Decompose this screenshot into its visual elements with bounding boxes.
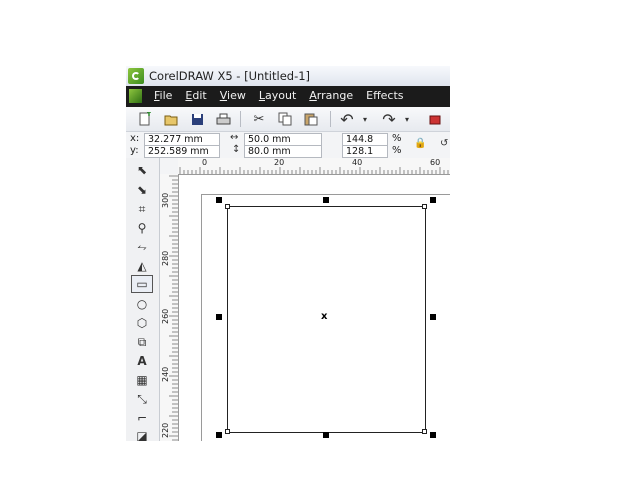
rotate-icon[interactable]: ↺ [440,138,448,149]
connector-tool-icon[interactable]: ⌐ [131,409,153,427]
corner-node[interactable] [422,204,427,209]
corner-node[interactable] [422,429,427,434]
standard-toolbar: ✂ ↶ ▾ ↷ ▾ [126,107,450,132]
v-ruler-label: 280 [161,250,170,266]
h-ruler-label: 60 [430,158,441,167]
polygon-tool-icon[interactable]: ⬡ [131,314,153,332]
center-marker[interactable]: x [321,311,327,322]
freehand-tool-icon[interactable]: ⥊ [131,238,153,256]
document-icon[interactable] [129,89,142,103]
percent-label-w: % [392,133,402,144]
toolbox: ⬉ ⬊ ⌗ ⚲ ⥊ ◭ ▭ ○ ⬡ ⧉ A ▦ ⤡ ⌐ ◪ [126,158,160,441]
menu-bar: File Edit View Layout Arrange Effects [126,86,450,107]
selection-handle-right[interactable] [430,314,436,320]
new-icon[interactable] [136,110,154,128]
pick-tool-icon[interactable]: ⬉ [131,161,153,179]
height-field[interactable]: 80.0 mm [244,145,322,158]
shape-tool-icon[interactable]: ⬊ [131,181,153,199]
drawing-canvas[interactable]: x [179,175,450,441]
coreldraw-logo-icon [128,68,144,84]
selection-handle-bottom-right[interactable] [430,432,436,438]
menu-effects[interactable]: Effects [364,89,414,102]
v-ruler-label: 220 [161,422,170,438]
width-icon: ↔ [230,132,239,143]
print-icon[interactable] [214,110,232,128]
menu-edit[interactable]: Edit [183,89,217,102]
vertical-ruler[interactable]: 300 280 260 240 220 [160,174,179,441]
menu-layout[interactable]: Layout [257,89,307,102]
y-position-field[interactable]: 252.589 mm [144,145,220,158]
smart-fill-icon[interactable]: ◭ [131,257,153,275]
blend-tool-icon[interactable]: ◪ [131,427,153,441]
selection-handle-left[interactable] [216,314,222,320]
percent-label-h: % [392,145,402,156]
rectangle-tool-icon[interactable]: ▭ [131,275,153,293]
save-icon[interactable] [188,110,206,128]
property-bar: x: 32.277 mm y: 252.589 mm ↔ 50.0 mm ↕ 8… [126,132,450,159]
selection-handle-top-right[interactable] [430,197,436,203]
ellipse-tool-icon[interactable]: ○ [131,295,153,313]
table-tool-icon[interactable]: ▦ [131,371,153,389]
menu-view[interactable]: View [218,89,257,102]
dimension-tool-icon[interactable]: ⤡ [131,390,153,408]
redo-dropdown-icon[interactable]: ▾ [398,110,416,128]
v-ruler-label: 260 [161,308,170,324]
v-ruler-label: 300 [161,192,170,208]
title-bar: CorelDRAW X5 - [Untitled-1] [126,66,450,87]
crop-tool-icon[interactable]: ⌗ [131,200,153,218]
height-icon: ↕ [232,144,241,155]
paste-icon[interactable] [302,110,320,128]
scale-height-field[interactable]: 128.1 [342,145,388,158]
corner-node[interactable] [225,429,230,434]
redo-icon[interactable]: ↷ [380,110,398,129]
x-label: x: [130,133,140,144]
zoom-tool-icon[interactable]: ⚲ [131,219,153,237]
menu-file[interactable]: File [152,89,183,102]
text-tool-icon[interactable]: A [131,352,153,370]
import-icon[interactable] [426,110,444,128]
h-ruler-label: 20 [274,158,285,167]
coreldraw-window: CorelDRAW X5 - [Untitled-1] File Edit Vi… [126,66,450,441]
menu-arrange[interactable]: Arrange [307,89,364,102]
corner-node[interactable] [225,204,230,209]
undo-dropdown-icon[interactable]: ▾ [356,110,374,128]
copy-icon[interactable] [276,110,294,128]
h-ruler-label: 0 [202,158,208,167]
window-title: CorelDRAW X5 - [Untitled-1] [149,69,311,83]
v-ruler-label: 240 [161,366,170,382]
cut-icon[interactable]: ✂ [250,110,268,128]
basic-shapes-icon[interactable]: ⧉ [131,333,153,351]
y-label: y: [130,145,139,156]
selection-handle-bottom[interactable] [323,432,329,438]
h-ruler-label: 40 [352,158,363,167]
selection-handle-bottom-left[interactable] [216,432,222,438]
lock-ratio-icon[interactable]: 🔒 [414,138,426,149]
selection-handle-top[interactable] [323,197,329,203]
undo-icon[interactable]: ↶ [338,110,356,129]
horizontal-ruler[interactable]: 0 20 40 60 [178,158,450,175]
ruler-origin[interactable] [160,158,179,175]
open-icon[interactable] [162,110,180,128]
selection-handle-top-left[interactable] [216,197,222,203]
